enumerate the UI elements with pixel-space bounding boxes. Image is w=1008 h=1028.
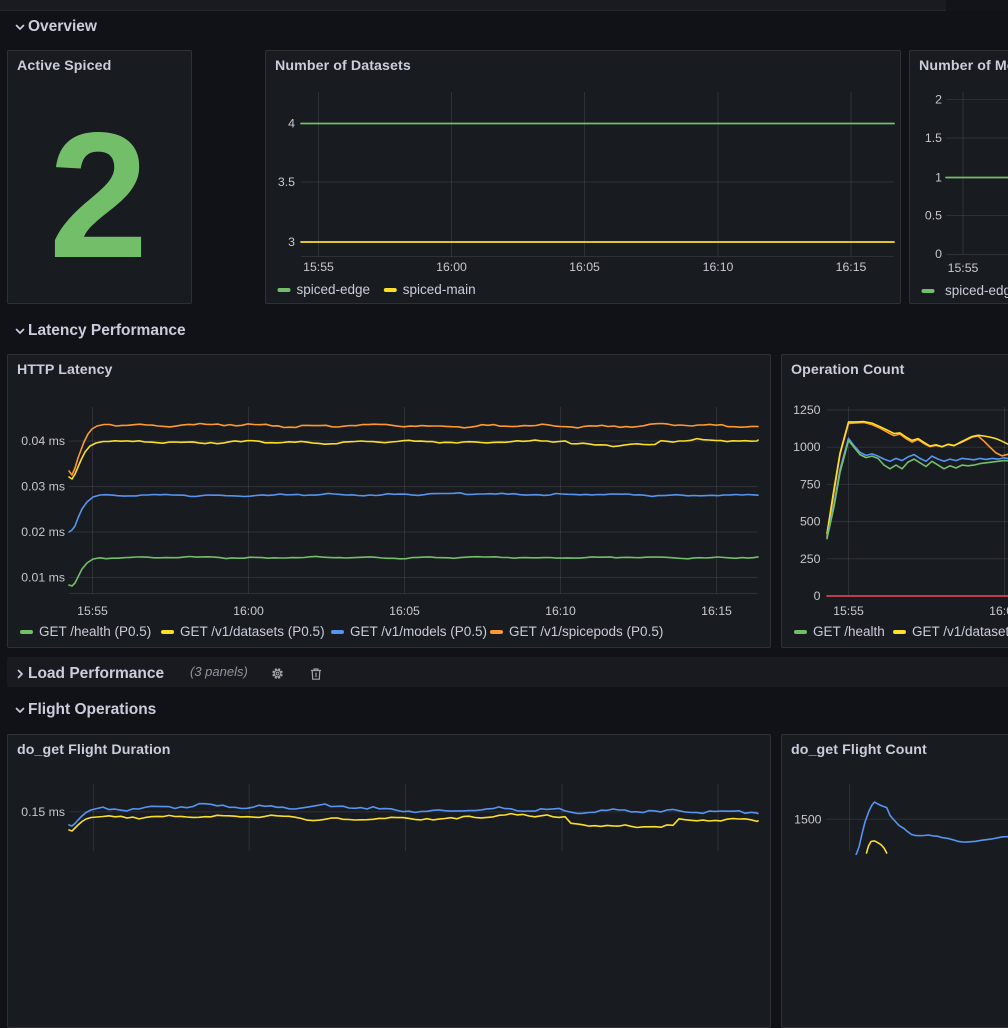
svg-text:0.03 ms: 0.03 ms — [21, 480, 65, 494]
svg-text:1000: 1000 — [793, 440, 821, 454]
svg-text:GET /v1/datasets: GET /v1/datasets — [912, 624, 1008, 639]
svg-text:16:15: 16:15 — [701, 604, 732, 618]
svg-text:500: 500 — [800, 515, 821, 529]
svg-text:0: 0 — [935, 247, 942, 261]
svg-text:1.5: 1.5 — [925, 131, 942, 145]
svg-text:1250: 1250 — [793, 403, 821, 417]
svg-text:16:00: 16:00 — [436, 260, 467, 274]
svg-text:16:10: 16:10 — [703, 260, 734, 274]
svg-text:2: 2 — [935, 93, 942, 107]
svg-text:16:10: 16:10 — [545, 604, 576, 618]
svg-text:1: 1 — [935, 171, 942, 185]
svg-text:16:15: 16:15 — [836, 260, 867, 274]
svg-text:0: 0 — [814, 589, 821, 603]
svg-text:3: 3 — [288, 235, 295, 249]
svg-text:15:55: 15:55 — [948, 261, 979, 275]
svg-text:15:55: 15:55 — [833, 604, 864, 618]
svg-text:GET /v1/datasets (P0.5): GET /v1/datasets (P0.5) — [180, 624, 325, 639]
svg-text:16:05: 16:05 — [569, 260, 600, 274]
svg-text:16:05: 16:05 — [389, 604, 420, 618]
svg-text:16:00: 16:00 — [233, 604, 264, 618]
svg-text:250: 250 — [800, 552, 821, 566]
svg-text:16:00: 16:00 — [989, 604, 1008, 618]
svg-text:3.5: 3.5 — [278, 175, 295, 189]
svg-text:4: 4 — [288, 117, 295, 131]
svg-text:GET /health (P0.5): GET /health (P0.5) — [39, 624, 151, 639]
svg-text:750: 750 — [800, 477, 821, 491]
svg-text:spiced-edge: spiced-edge — [945, 283, 1008, 298]
svg-text:GET /health: GET /health — [813, 624, 885, 639]
svg-text:0.02 ms: 0.02 ms — [21, 525, 65, 539]
svg-text:15:55: 15:55 — [77, 604, 108, 618]
svg-text:GET /v1/models (P0.5): GET /v1/models (P0.5) — [350, 624, 487, 639]
svg-text:spiced-main: spiced-main — [403, 282, 476, 297]
svg-text:15:55: 15:55 — [303, 260, 334, 274]
svg-text:spiced-edge: spiced-edge — [297, 282, 371, 297]
svg-text:0.5: 0.5 — [925, 209, 942, 223]
svg-text:1500: 1500 — [794, 812, 822, 826]
svg-text:0.01 ms: 0.01 ms — [21, 571, 65, 585]
svg-text:0.04 ms: 0.04 ms — [21, 434, 65, 448]
svg-text:0.15 ms: 0.15 ms — [21, 805, 65, 819]
svg-text:GET /v1/spicepods (P0.5): GET /v1/spicepods (P0.5) — [509, 624, 663, 639]
